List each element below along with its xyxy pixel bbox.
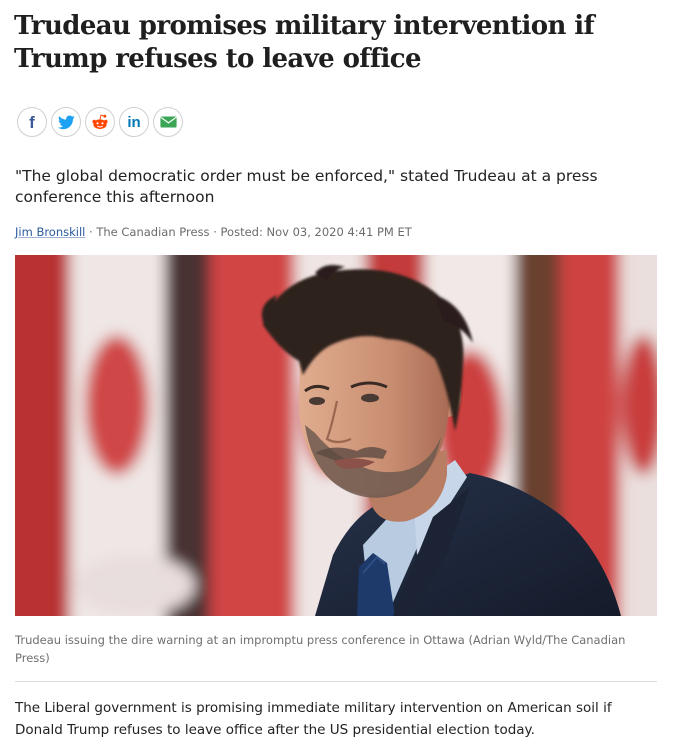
image-caption: Trudeau issuing the dire warning at an i…	[15, 633, 626, 665]
posted-date: Posted: Nov 03, 2020 4:41 PM ET	[220, 225, 412, 239]
share-bar: f in	[17, 107, 183, 137]
share-reddit-button[interactable]	[85, 107, 115, 137]
share-linkedin-button[interactable]: in	[119, 107, 149, 137]
share-facebook-button[interactable]: f	[17, 107, 47, 137]
press-conference-photo	[15, 255, 657, 616]
byline-separator: ·	[209, 225, 221, 239]
linkedin-icon: in	[127, 113, 141, 131]
headline: Trudeau promises military intervention i…	[14, 11, 595, 74]
reddit-icon	[92, 114, 108, 130]
author-link[interactable]: Jim Bronskill	[15, 225, 85, 239]
share-email-button[interactable]	[153, 107, 183, 137]
article-page: Trudeau promises military intervention i…	[0, 0, 674, 750]
share-twitter-button[interactable]	[51, 107, 81, 137]
byline-separator: ·	[85, 225, 97, 239]
article-photo	[15, 255, 657, 616]
source-name: The Canadian Press	[96, 225, 210, 239]
facebook-icon: f	[29, 112, 35, 132]
twitter-icon	[57, 114, 75, 129]
article-body-paragraph: The Liberal government is promising imme…	[15, 700, 612, 738]
article-dek: "The global democratic order must be enf…	[15, 167, 598, 206]
email-icon	[159, 116, 177, 128]
divider	[15, 681, 657, 682]
byline: Jim Bronskill · The Canadian Press · Pos…	[15, 225, 412, 239]
